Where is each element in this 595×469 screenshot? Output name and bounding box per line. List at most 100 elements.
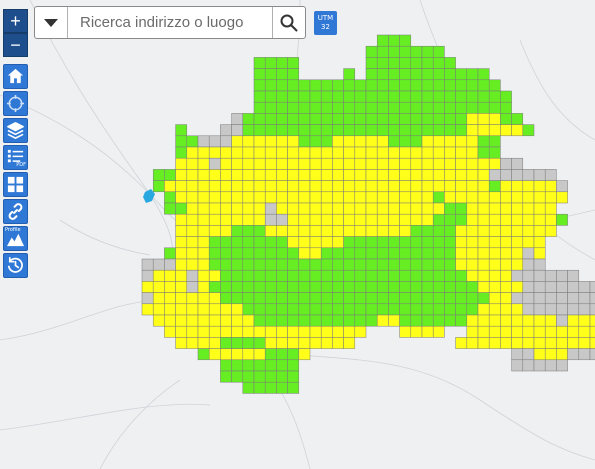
grid-cell[interactable] xyxy=(276,359,288,372)
grid-cell[interactable] xyxy=(511,213,524,226)
grid-cell[interactable] xyxy=(343,113,356,125)
grid-cell[interactable] xyxy=(500,325,512,338)
grid-cell[interactable] xyxy=(376,303,389,316)
grid-cell[interactable] xyxy=(432,314,445,327)
grid-cell[interactable] xyxy=(152,303,165,316)
grid-cell[interactable] xyxy=(410,101,423,114)
grid-cell[interactable] xyxy=(511,202,524,215)
grid-cell[interactable] xyxy=(511,191,524,204)
grid-cell[interactable] xyxy=(589,292,595,305)
grid-cell[interactable] xyxy=(432,202,445,215)
grid-cell[interactable] xyxy=(556,314,568,327)
grid-cell[interactable] xyxy=(242,146,255,159)
grid-cell[interactable] xyxy=(220,258,232,271)
grid-cell[interactable] xyxy=(477,146,490,159)
grid-cell[interactable] xyxy=(197,314,210,327)
grid-cell[interactable] xyxy=(354,247,367,260)
grid-cell[interactable] xyxy=(365,146,378,159)
grid-cell[interactable] xyxy=(578,281,591,293)
grid-cell[interactable] xyxy=(298,337,311,349)
grid-cell[interactable] xyxy=(253,113,266,125)
grid-cell[interactable] xyxy=(533,202,546,215)
grid-cell[interactable] xyxy=(544,269,557,282)
grid-cell[interactable] xyxy=(477,169,490,181)
grid-cell[interactable] xyxy=(376,135,389,148)
grid-cell[interactable] xyxy=(253,247,266,260)
grid-cell[interactable] xyxy=(276,314,288,327)
grid-cell[interactable] xyxy=(287,124,300,137)
grid-cell[interactable] xyxy=(432,124,445,137)
grid-cell[interactable] xyxy=(365,225,378,237)
grid-cell[interactable] xyxy=(444,101,456,114)
grid-cell[interactable] xyxy=(466,135,479,148)
grid-cell[interactable] xyxy=(264,370,277,383)
grid-cell[interactable] xyxy=(197,258,210,271)
grid-cell[interactable] xyxy=(208,146,221,159)
grid-cell[interactable] xyxy=(421,314,434,327)
grid-cell[interactable] xyxy=(410,45,423,58)
grid-cell[interactable] xyxy=(388,292,400,305)
grid-cell[interactable] xyxy=(511,180,524,193)
grid-cell[interactable] xyxy=(488,314,501,327)
grid-cell[interactable] xyxy=(186,325,199,338)
grid-cell[interactable] xyxy=(208,337,221,349)
grid-cell[interactable] xyxy=(253,325,266,338)
grid-cell[interactable] xyxy=(208,314,221,327)
grid-cell[interactable] xyxy=(567,314,580,327)
grid-cell[interactable] xyxy=(242,213,255,226)
grid-cell[interactable] xyxy=(298,146,311,159)
grid-cell[interactable] xyxy=(276,269,288,282)
grid-cell[interactable] xyxy=(399,34,412,47)
grid-cell[interactable] xyxy=(556,337,568,349)
grid-cell[interactable] xyxy=(365,124,378,137)
grid-cell[interactable] xyxy=(208,325,221,338)
grid-cell[interactable] xyxy=(522,236,535,249)
grid-cell[interactable] xyxy=(365,258,378,271)
grid-cell[interactable] xyxy=(354,146,367,159)
grid-cell[interactable] xyxy=(522,314,535,327)
grid-cell[interactable] xyxy=(365,57,378,69)
grid-cell[interactable] xyxy=(354,191,367,204)
grid-cell[interactable] xyxy=(466,337,479,349)
grid-cell[interactable] xyxy=(421,79,434,92)
grid-cell[interactable] xyxy=(477,225,490,237)
grid-cell[interactable] xyxy=(511,325,524,338)
grid-cell[interactable] xyxy=(477,269,490,282)
grid-cell[interactable] xyxy=(455,146,468,159)
grid-cell[interactable] xyxy=(287,135,300,148)
grid-cell[interactable] xyxy=(455,124,468,137)
grid-cell[interactable] xyxy=(354,180,367,193)
grid-cell[interactable] xyxy=(264,157,277,170)
grid-cell[interactable] xyxy=(343,314,356,327)
grid-cell[interactable] xyxy=(242,180,255,193)
grid-cell[interactable] xyxy=(388,236,400,249)
grid-cell[interactable] xyxy=(399,57,412,69)
grid-cell[interactable] xyxy=(444,180,456,193)
grid-cell[interactable] xyxy=(253,225,266,237)
grid-cell[interactable] xyxy=(455,169,468,181)
grid-cell[interactable] xyxy=(432,191,445,204)
grid-cell[interactable] xyxy=(276,146,288,159)
grid-cell[interactable] xyxy=(511,314,524,327)
grid-cell[interactable] xyxy=(343,202,356,215)
grid-cell[interactable] xyxy=(343,101,356,114)
grid-cell[interactable] xyxy=(421,180,434,193)
grid-cell[interactable] xyxy=(242,191,255,204)
grid-cell[interactable] xyxy=(231,236,244,249)
grid-cell[interactable] xyxy=(399,90,412,103)
grid-cell[interactable] xyxy=(242,236,255,249)
grid-layout-button[interactable] xyxy=(3,172,28,197)
grid-cell[interactable] xyxy=(556,359,568,372)
grid-cell[interactable] xyxy=(354,213,367,226)
grid-cell[interactable] xyxy=(365,169,378,181)
grid-cell[interactable] xyxy=(544,292,557,305)
grid-cell[interactable] xyxy=(365,90,378,103)
grid-cell[interactable] xyxy=(421,57,434,69)
grid-cell[interactable] xyxy=(500,225,512,237)
grid-cell[interactable] xyxy=(488,269,501,282)
grid-cell[interactable] xyxy=(376,269,389,282)
grid-cell[interactable] xyxy=(410,169,423,181)
grid-cell[interactable] xyxy=(466,146,479,159)
grid-cell[interactable] xyxy=(399,135,412,148)
grid-cell[interactable] xyxy=(320,90,333,103)
